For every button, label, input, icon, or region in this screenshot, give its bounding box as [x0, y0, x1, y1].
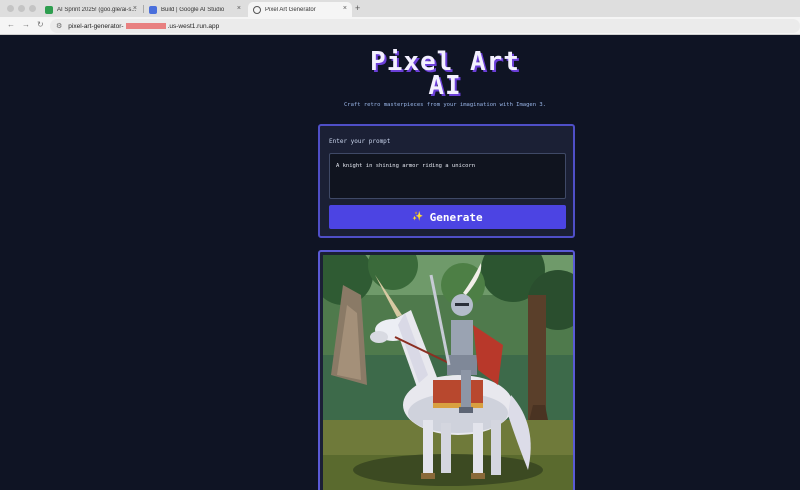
tab-pixel-art-generator[interactable]: Pixel Art Generator × [248, 2, 352, 17]
sheets-favicon-icon [45, 5, 53, 14]
browser-toolbar: ← → ↻ ⚙ pixel-art-generator- .us-west1.r… [0, 17, 800, 35]
forward-arrow-icon[interactable]: → [22, 20, 30, 29]
tab-ai-sprint[interactable]: AI Sprint 2025! (goo.gle/ai-s... × [40, 2, 142, 17]
prompt-card: Enter your prompt A knight in shining ar… [318, 124, 575, 238]
redacted-url-segment [125, 23, 166, 29]
tab-close-icon[interactable]: × [343, 5, 347, 12]
window-zoom-dot[interactable] [29, 5, 36, 12]
window-close-dot[interactable] [7, 5, 14, 12]
prompt-input[interactable]: A knight in shining armor riding a unico… [329, 153, 566, 199]
page-subtitle: Craft retro masterpieces from your imagi… [344, 102, 546, 108]
globe-favicon-icon [253, 5, 261, 14]
browser-tab-bar: AI Sprint 2025! (goo.gle/ai-s... × Build… [0, 0, 800, 17]
generated-image-frame [318, 250, 575, 490]
generate-label: Generate [429, 210, 483, 224]
prompt-label: Enter your prompt [329, 138, 391, 145]
app-page: Pixel Art AI Craft retro masterpieces fr… [0, 35, 800, 490]
back-arrow-icon[interactable]: ← [7, 20, 15, 29]
tab-title: AI Sprint 2025! (goo.gle/ai-s... [57, 6, 137, 13]
window-minimize-dot[interactable] [18, 5, 25, 12]
page-title-line-2: AI [428, 71, 462, 101]
sparkles-icon: ✨ [412, 212, 424, 222]
address-bar[interactable]: ⚙ pixel-art-generator- .us-west1.run.app [50, 19, 800, 33]
url-prefix: pixel-art-generator- [68, 22, 124, 30]
url-suffix: .us-west1.run.app [167, 22, 220, 30]
tab-ai-studio[interactable]: Build | Google AI Studio × [144, 2, 246, 17]
tab-title: Pixel Art Generator [265, 6, 316, 13]
reload-icon[interactable]: ↻ [37, 20, 44, 29]
ai-studio-favicon-icon [149, 5, 157, 14]
site-info-icon[interactable]: ⚙ [56, 22, 62, 30]
tab-close-icon[interactable]: × [133, 5, 137, 12]
tab-title: Build | Google AI Studio [161, 6, 225, 13]
generate-button[interactable]: ✨ Generate [329, 205, 566, 229]
generated-knight-unicorn-image [323, 255, 573, 490]
new-tab-icon[interactable]: + [355, 3, 360, 13]
tab-close-icon[interactable]: × [237, 5, 241, 12]
